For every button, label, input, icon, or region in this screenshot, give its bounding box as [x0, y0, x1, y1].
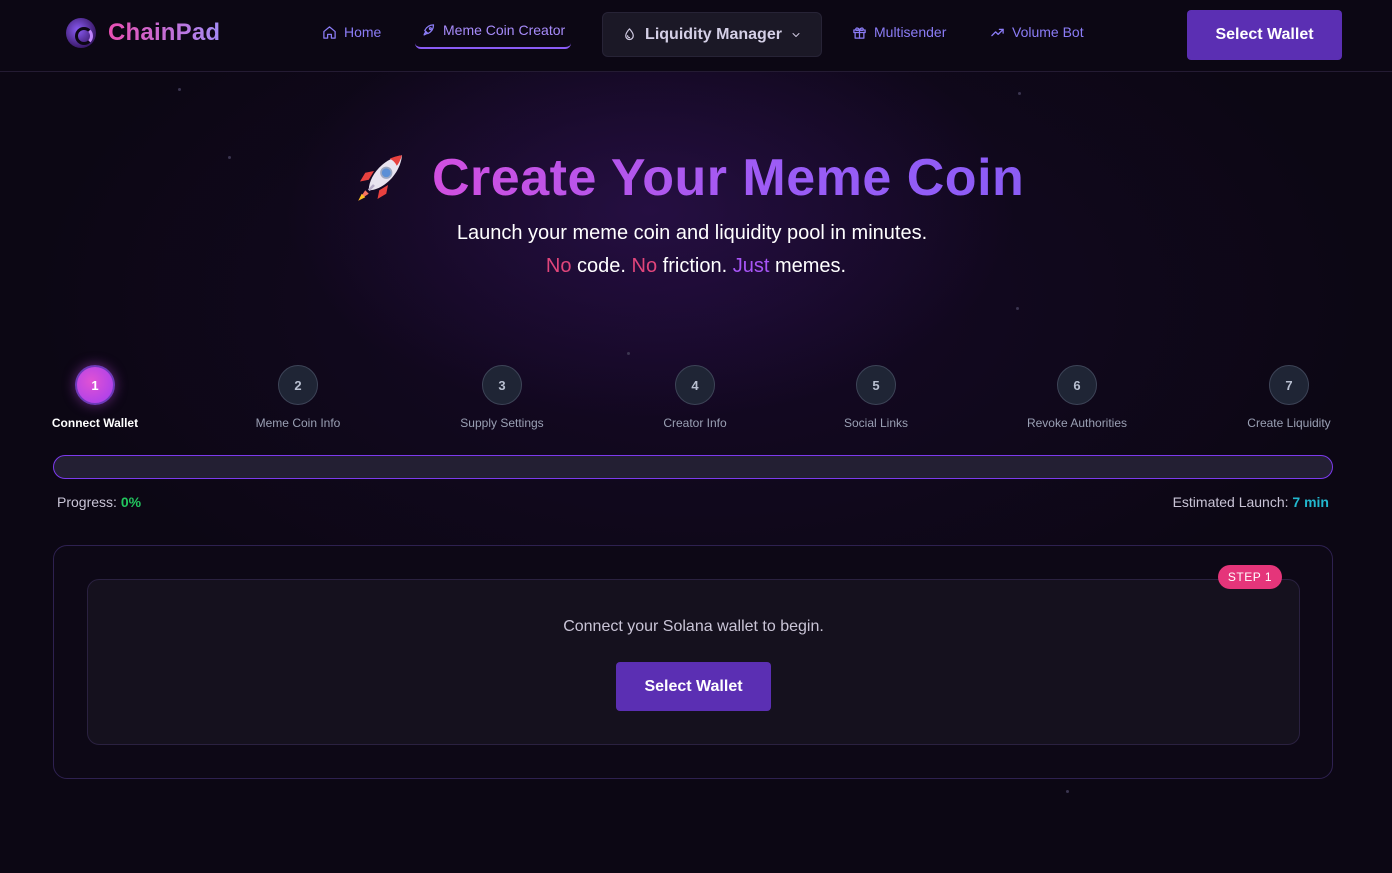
- step-label: Meme Coin Info: [255, 416, 341, 430]
- step-label: Social Links: [843, 416, 909, 430]
- logo-text: ChainPad: [108, 19, 221, 46]
- tagline-word-just: Just: [732, 255, 770, 277]
- hero-tagline: No code. No friction. Just memes.: [0, 255, 1392, 278]
- gift-icon: [853, 26, 866, 39]
- step-social-links: 5 Social Links: [806, 365, 946, 430]
- nav-home[interactable]: Home: [322, 24, 381, 40]
- step-label: Connect Wallet: [51, 416, 139, 430]
- step-connect-wallet: 1 Connect Wallet: [25, 365, 165, 430]
- nav-home-label: Home: [344, 24, 382, 40]
- progress-value: 0%: [120, 494, 142, 510]
- background-dot: [178, 88, 181, 91]
- select-wallet-button[interactable]: Select Wallet: [1187, 10, 1342, 60]
- estimated-launch-value: 7 min: [1292, 494, 1329, 510]
- hero-title: Create Your Meme Coin: [352, 146, 1052, 210]
- trending-up-icon: [991, 28, 1004, 36]
- step-create-liquidity: 7 Create Liquidity: [1219, 365, 1359, 430]
- background-dot: [1016, 307, 1019, 310]
- step-number: 1: [75, 365, 115, 405]
- nav-volume-bot-label: Volume Bot: [1012, 24, 1084, 40]
- estimated-launch: Estimated Launch: 7 min: [1173, 494, 1329, 510]
- nav-liquidity-manager-dropdown[interactable]: Liquidity Manager: [602, 12, 822, 57]
- step-number: 3: [482, 365, 522, 405]
- estimated-launch-label: Estimated Launch:: [1172, 494, 1289, 510]
- tagline-word-no: No: [545, 255, 572, 277]
- nav-multisender-label: Multisender: [874, 24, 947, 40]
- step-label: Revoke Authorities: [1026, 416, 1128, 430]
- nav-multisender[interactable]: Multisender: [852, 24, 946, 40]
- progress-label: Progress:: [57, 494, 117, 510]
- nav-meme-coin-creator-label: Meme Coin Creator: [443, 22, 566, 38]
- droplet-icon: [625, 28, 634, 41]
- background-dot: [627, 352, 630, 355]
- page: ChainPad Home Meme Coin Creator Liquidit…: [0, 0, 1392, 873]
- tagline-text: memes.: [769, 255, 847, 277]
- tagline-text: code.: [571, 255, 632, 277]
- card-select-wallet-button[interactable]: Select Wallet: [616, 662, 771, 711]
- nav-meme-coin-creator[interactable]: Meme Coin Creator: [415, 13, 572, 49]
- rocket-emoji-icon: [358, 155, 402, 201]
- background-dot: [1018, 92, 1021, 95]
- background-dot: [228, 156, 231, 159]
- step-revoke-authorities: 6 Revoke Authorities: [1007, 365, 1147, 430]
- nav-liquidity-manager-label: Liquidity Manager: [645, 25, 782, 43]
- step-supply-settings: 3 Supply Settings: [432, 365, 572, 430]
- home-icon: [323, 25, 336, 39]
- tagline-text: friction.: [657, 255, 733, 277]
- step-number: 6: [1057, 365, 1097, 405]
- logo[interactable]: ChainPad: [66, 18, 220, 48]
- step-creator-info: 4 Creator Info: [625, 365, 765, 430]
- step-number: 5: [856, 365, 896, 405]
- step-label: Creator Info: [663, 416, 727, 430]
- step-label: Supply Settings: [460, 416, 544, 430]
- top-navbar: ChainPad Home Meme Coin Creator Liquidit…: [0, 0, 1392, 72]
- step-number: 7: [1269, 365, 1309, 405]
- tagline-word-no: No: [631, 255, 658, 277]
- progress-status: Progress: 0%: [57, 494, 141, 510]
- step-number: 4: [675, 365, 715, 405]
- step-meme-coin-info: 2 Meme Coin Info: [228, 365, 368, 430]
- page-title: Create Your Meme Coin: [432, 149, 1025, 207]
- connect-wallet-message: Connect your Solana wallet to begin.: [563, 618, 824, 635]
- nav-volume-bot[interactable]: Volume Bot: [990, 24, 1084, 40]
- progress-bar: [53, 455, 1333, 479]
- chevron-down-icon: [792, 32, 800, 37]
- chainpad-logo-icon: [66, 18, 96, 48]
- step-badge: STEP 1: [1218, 565, 1282, 589]
- hero-subtitle: Launch your meme coin and liquidity pool…: [456, 222, 928, 244]
- rocket-icon: [423, 23, 435, 35]
- background-dot: [1066, 790, 1069, 793]
- step-label: Create Liquidity: [1247, 416, 1331, 430]
- step-number: 2: [278, 365, 318, 405]
